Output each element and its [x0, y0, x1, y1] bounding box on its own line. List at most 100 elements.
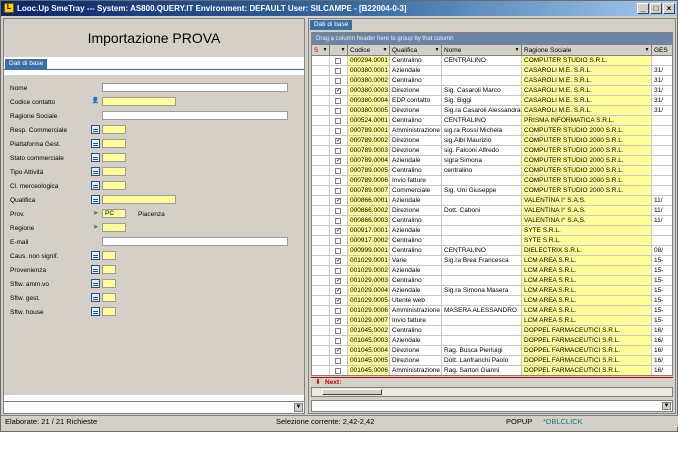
row-checkbox[interactable]	[335, 58, 341, 64]
cell-ragione[interactable]: DOPPEL FARMACEUTICI S.R.L.	[522, 336, 652, 346]
grid-icon[interactable]	[91, 153, 100, 162]
cell-ges[interactable]	[652, 166, 672, 176]
cell-ges[interactable]: 31/	[652, 96, 672, 106]
cell-ragione[interactable]: COMPUTER STUDIO 2000 S.R.L.	[522, 126, 652, 136]
cell-ragione[interactable]: LCM AREA S.R.L.	[522, 316, 652, 326]
cell-codice[interactable]: 000789.0005	[348, 166, 390, 176]
row-checkbox[interactable]: ✓	[335, 88, 341, 94]
row-selector[interactable]	[312, 166, 330, 176]
grid-icon[interactable]	[91, 293, 100, 302]
cell-ragione[interactable]: CASAROLI M.E. S.R.L.	[522, 66, 652, 76]
row-checkbox[interactable]	[335, 118, 341, 124]
cell-ges[interactable]: 15-	[652, 296, 672, 306]
chevron-down-icon[interactable]: ▼	[382, 47, 388, 53]
cell-qualifica[interactable]: Direzione	[390, 346, 442, 356]
chevron-down-icon[interactable]: ▼	[294, 403, 303, 412]
table-row[interactable]: ✓ 001045.0004 Direzione Rag. Busca Pierluig…	[312, 346, 672, 356]
cell-nome[interactable]	[442, 216, 522, 226]
cell-ges[interactable]: 11/	[652, 206, 672, 216]
minimize-button[interactable]: _	[637, 3, 649, 14]
cell-ragione[interactable]: VALENTINA I° S.A.S.	[522, 216, 652, 226]
cell-codice[interactable]: 000789.0003	[348, 146, 390, 156]
dblclick-indicator[interactable]: *DBLCLICK	[543, 416, 583, 428]
cell-nome[interactable]: Rag. Busca Pierluigi	[442, 346, 522, 356]
table-row[interactable]: ✓ 000789.0002 Direzione sig.Albi Maurizio CO…	[312, 136, 672, 146]
row-checkbox[interactable]: ✓	[335, 278, 341, 284]
cell-qualifica[interactable]: Centralino	[390, 76, 442, 86]
cell-codice[interactable]: 001029.0005	[348, 296, 390, 306]
cell-codice[interactable]: 000999.0001	[348, 246, 390, 256]
row-selector[interactable]	[312, 86, 330, 96]
row-selector[interactable]	[312, 186, 330, 196]
row-checkbox[interactable]	[335, 338, 341, 344]
field-input[interactable]: PC	[102, 209, 126, 218]
map-icon[interactable]: ➤	[91, 223, 100, 232]
chevron-down-icon[interactable]: ▼	[662, 402, 671, 410]
cell-ragione[interactable]: LCM AREA S.R.L.	[522, 296, 652, 306]
cell-nome[interactable]	[442, 316, 522, 326]
person-icon[interactable]: 👤	[91, 97, 100, 106]
cell-qualifica[interactable]: Aziendale	[390, 286, 442, 296]
row-selector[interactable]	[312, 66, 330, 76]
cell-qualifica[interactable]: Commerciale	[390, 186, 442, 196]
maximize-button[interactable]: □	[650, 3, 662, 14]
header-col-ragione-sociale[interactable]: Ragione Sociale ▼	[522, 45, 652, 56]
cell-ragione[interactable]: LCM AREA S.R.L.	[522, 266, 652, 276]
cell-ges[interactable]: 31/	[652, 66, 672, 76]
grid-icon[interactable]	[91, 139, 100, 148]
table-row[interactable]: 000380.0002 Centralino CASAROLI M.E. S.R.L…	[312, 76, 672, 86]
row-selector[interactable]	[312, 346, 330, 356]
cell-ragione[interactable]: CASAROLI M.E. S.R.L.	[522, 86, 652, 96]
table-row[interactable]: ✓ 000789.0004 Aziendale sigra Simona COMPUTE…	[312, 156, 672, 166]
cell-qualifica[interactable]: Amministrazione	[390, 306, 442, 316]
cell-codice[interactable]: 000866.0001	[348, 196, 390, 206]
row-checkbox[interactable]	[335, 248, 341, 254]
chevron-down-icon[interactable]: ▼	[514, 47, 520, 53]
cell-codice[interactable]: 001029.0003	[348, 276, 390, 286]
cell-nome[interactable]: Sig. Uni Giuseppe	[442, 186, 522, 196]
row-selector[interactable]	[312, 216, 330, 226]
cell-codice[interactable]: 000380.0001	[348, 66, 390, 76]
cell-nome[interactable]: Sig. Biggi	[442, 96, 522, 106]
cell-codice[interactable]: 000789.0004	[348, 156, 390, 166]
row-selector[interactable]	[312, 106, 330, 116]
cell-codice[interactable]: 001029.0001	[348, 256, 390, 266]
scrollbar-thumb[interactable]	[322, 389, 382, 395]
cell-nome[interactable]	[442, 296, 522, 306]
field-input[interactable]	[102, 139, 126, 148]
cell-nome[interactable]: sig.ra Rossi Michela	[442, 126, 522, 136]
cell-codice[interactable]: 000380.0002	[348, 76, 390, 86]
field-input[interactable]	[102, 111, 288, 120]
cell-ragione[interactable]: COMPUTER STUDIO S.R.L.	[522, 56, 652, 66]
cell-nome[interactable]: Rag. Sartori Gianni	[442, 366, 522, 375]
cell-ragione[interactable]: COMPUTER STUDIO 2000 S.R.L.	[522, 166, 652, 176]
cell-ragione[interactable]: LCM AREA S.R.L.	[522, 276, 652, 286]
field-input[interactable]	[102, 125, 126, 134]
row-checkbox[interactable]	[335, 208, 341, 214]
cell-nome[interactable]	[442, 226, 522, 236]
cell-nome[interactable]: sigra Simona	[442, 156, 522, 166]
cell-nome[interactable]: Sig. Casaroli Marco	[442, 86, 522, 96]
cell-ges[interactable]: 16/	[652, 336, 672, 346]
cell-ges[interactable]: 11/	[652, 196, 672, 206]
cell-ges[interactable]: 15-	[652, 266, 672, 276]
row-checkbox[interactable]	[335, 168, 341, 174]
row-selector[interactable]	[312, 366, 330, 375]
row-checkbox[interactable]: ✓	[335, 138, 341, 144]
cell-ges[interactable]	[652, 226, 672, 236]
table-row[interactable]: 001029.0006 Amministrazione MASERA ALESSAN…	[312, 306, 672, 316]
row-checkbox[interactable]	[335, 128, 341, 134]
cell-nome[interactable]	[442, 276, 522, 286]
field-input[interactable]	[102, 251, 116, 260]
cell-ges[interactable]	[652, 186, 672, 196]
field-input[interactable]	[102, 195, 176, 204]
table-row[interactable]: ✓ 001029.0005 Utente web LCM AREA S.R.L. 15-	[312, 296, 672, 306]
cell-codice[interactable]: 000917.0002	[348, 236, 390, 246]
grid-icon[interactable]	[91, 279, 100, 288]
cell-qualifica[interactable]: Centralino	[390, 56, 442, 66]
table-row[interactable]: 000866.0003 Centralino VALENTINA I° S.A.S.…	[312, 216, 672, 226]
cell-qualifica[interactable]: Centralino	[390, 116, 442, 126]
row-checkbox[interactable]: ✓	[335, 198, 341, 204]
cell-ragione[interactable]: COMPUTER STUDIO 2000 S.R.L.	[522, 186, 652, 196]
cell-qualifica[interactable]: Aziendale	[390, 226, 442, 236]
